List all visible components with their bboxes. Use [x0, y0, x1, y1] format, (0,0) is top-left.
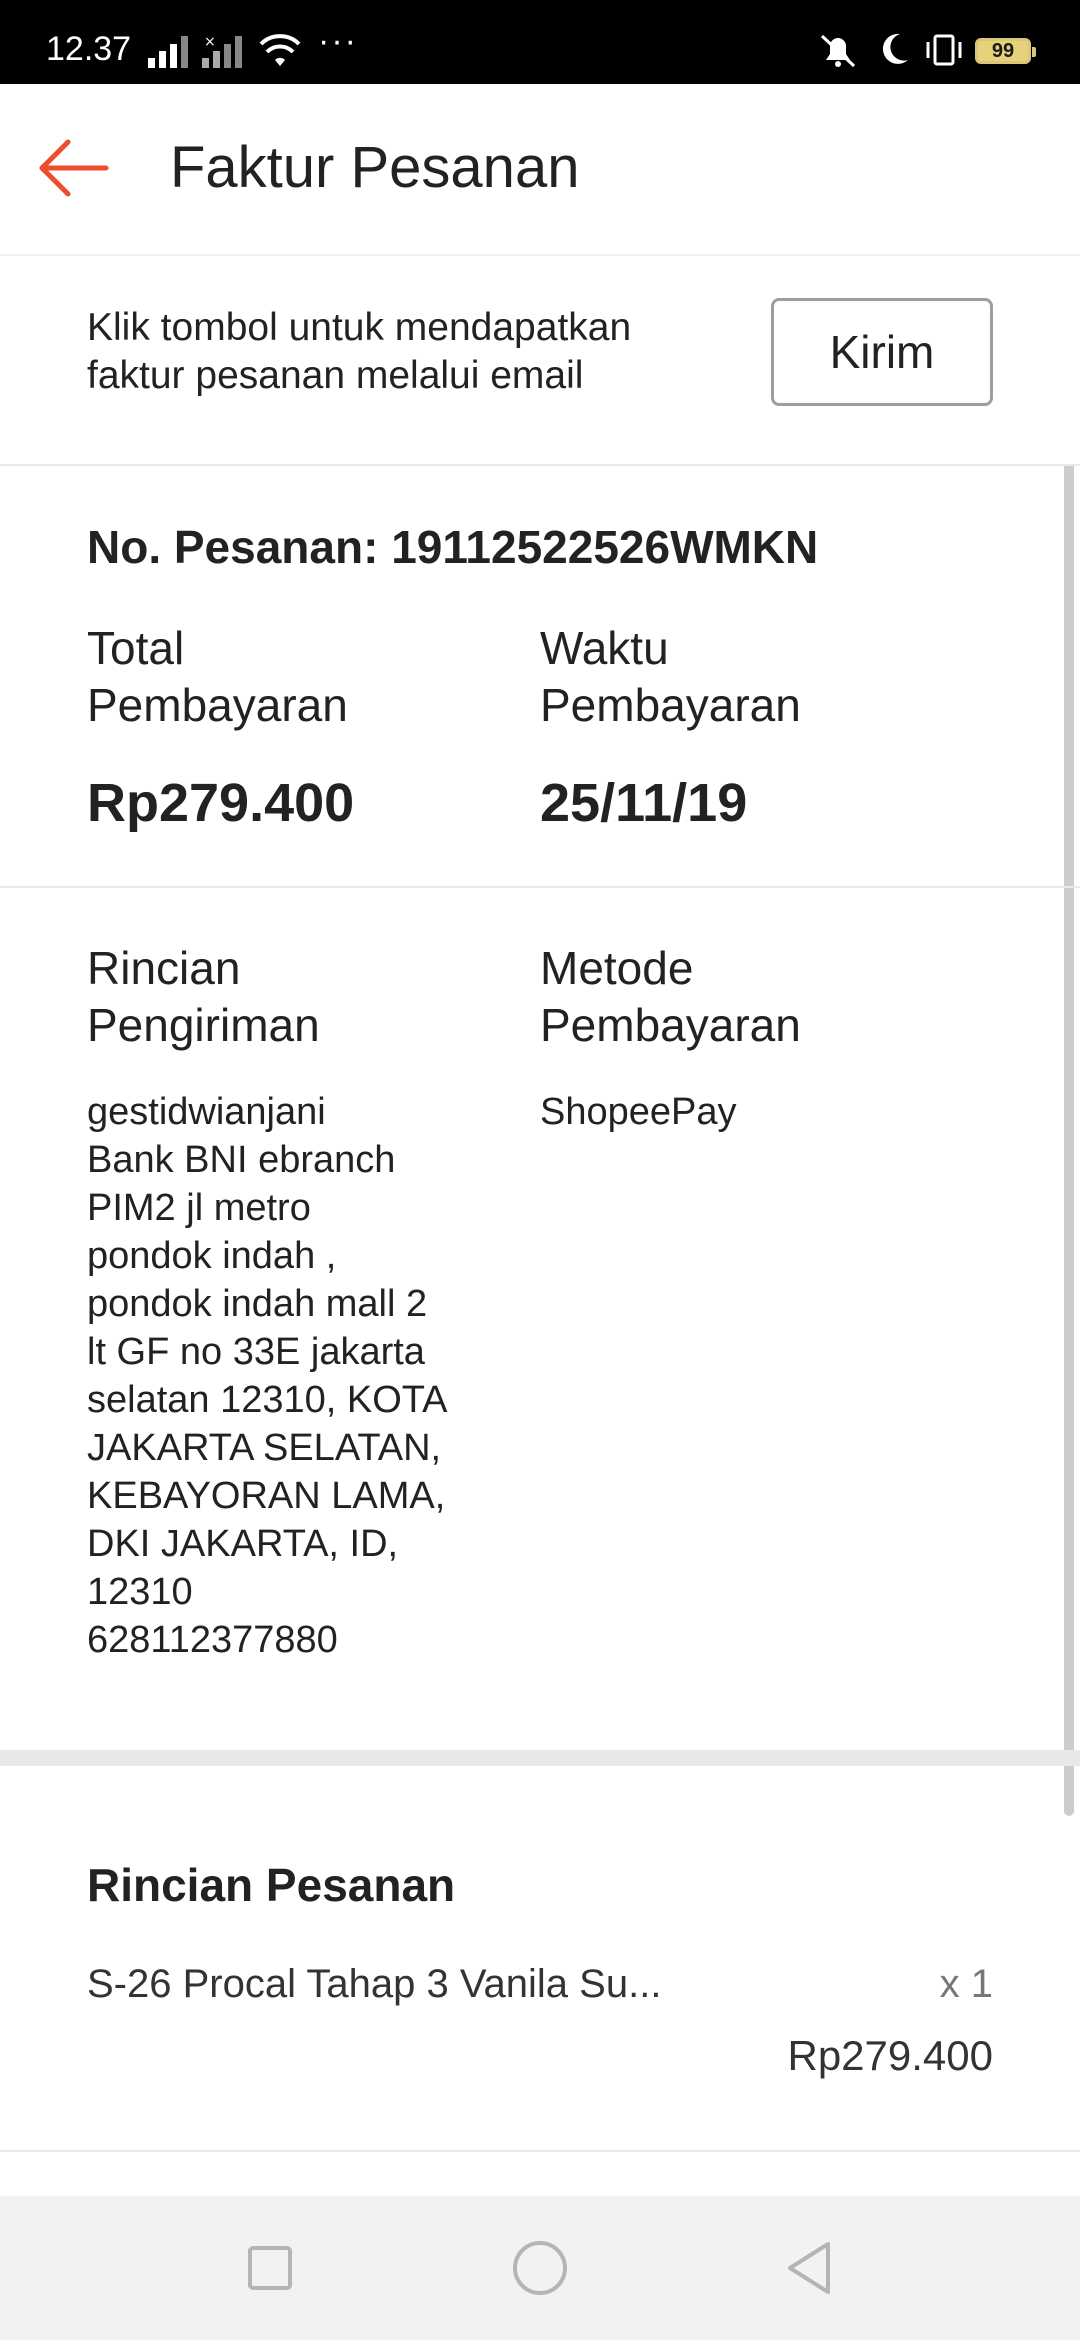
cell-signal-2-icon: ×	[202, 34, 242, 68]
email-invoice-section: Klik tombol untuk mendapatkan faktur pes…	[0, 256, 1080, 466]
item-price: Rp279.400	[787, 2032, 993, 2079]
battery-level: 99	[991, 40, 1015, 62]
payment-time-value: 25/11/19	[540, 773, 748, 833]
page-title: Faktur Pesanan	[170, 135, 580, 200]
order-number: No. Pesanan: 19112522526WMKN	[87, 521, 819, 573]
cell-signal-icon	[148, 36, 188, 68]
arrow-left-icon[interactable]	[38, 136, 110, 200]
app-bar: Faktur Pesanan	[0, 84, 1080, 256]
item-quantity: x 1	[939, 1962, 993, 2006]
battery-icon: 99	[975, 38, 1036, 64]
triangle-back-icon[interactable]	[778, 2236, 842, 2300]
order-details-section: Rincian Pesanan S-26 Procal Tahap 3 Vani…	[0, 1766, 1080, 2152]
shipping-address: gestidwianjani Bank BNI ebranch PIM2 jl …	[87, 1091, 448, 1661]
total-payment-label: Total Pembayaran	[87, 622, 348, 731]
circle-home-icon[interactable]	[508, 2236, 572, 2300]
square-recents-icon[interactable]	[238, 2236, 302, 2300]
payment-method-value: ShopeePay	[540, 1091, 737, 1133]
vibrate-icon	[926, 34, 962, 66]
shipping-payment-section: Rincian Pengiriman Metode Pembayaran ges…	[0, 888, 1080, 1748]
moon-icon	[882, 33, 908, 64]
total-payment-value: Rp279.400	[87, 773, 355, 833]
payment-time-label: Waktu Pembayaran	[540, 622, 801, 731]
mute-bell-icon	[820, 34, 856, 68]
status-time: 12.37	[46, 30, 132, 68]
item-name: S-26 Procal Tahap 3 Vanila Su...	[87, 1962, 662, 2006]
order-details-title: Rincian Pesanan	[87, 1859, 456, 1911]
email-instruction-text: Klik tombol untuk mendapatkan faktur pes…	[87, 306, 632, 397]
status-bar: 12.37 × ··· 99	[0, 0, 1080, 84]
svg-text:×: ×	[204, 34, 216, 50]
system-nav-bar	[0, 2196, 1080, 2340]
wifi-icon	[259, 34, 301, 66]
send-button[interactable]: Kirim	[771, 298, 993, 406]
payment-method-label: Metode Pembayaran	[540, 942, 801, 1051]
section-divider	[0, 1750, 1080, 1766]
status-overflow-dots: ···	[318, 22, 358, 60]
shipping-details-label: Rincian Pengiriman	[87, 942, 320, 1051]
order-summary-section: No. Pesanan: 19112522526WMKN Total Pemba…	[0, 466, 1080, 888]
